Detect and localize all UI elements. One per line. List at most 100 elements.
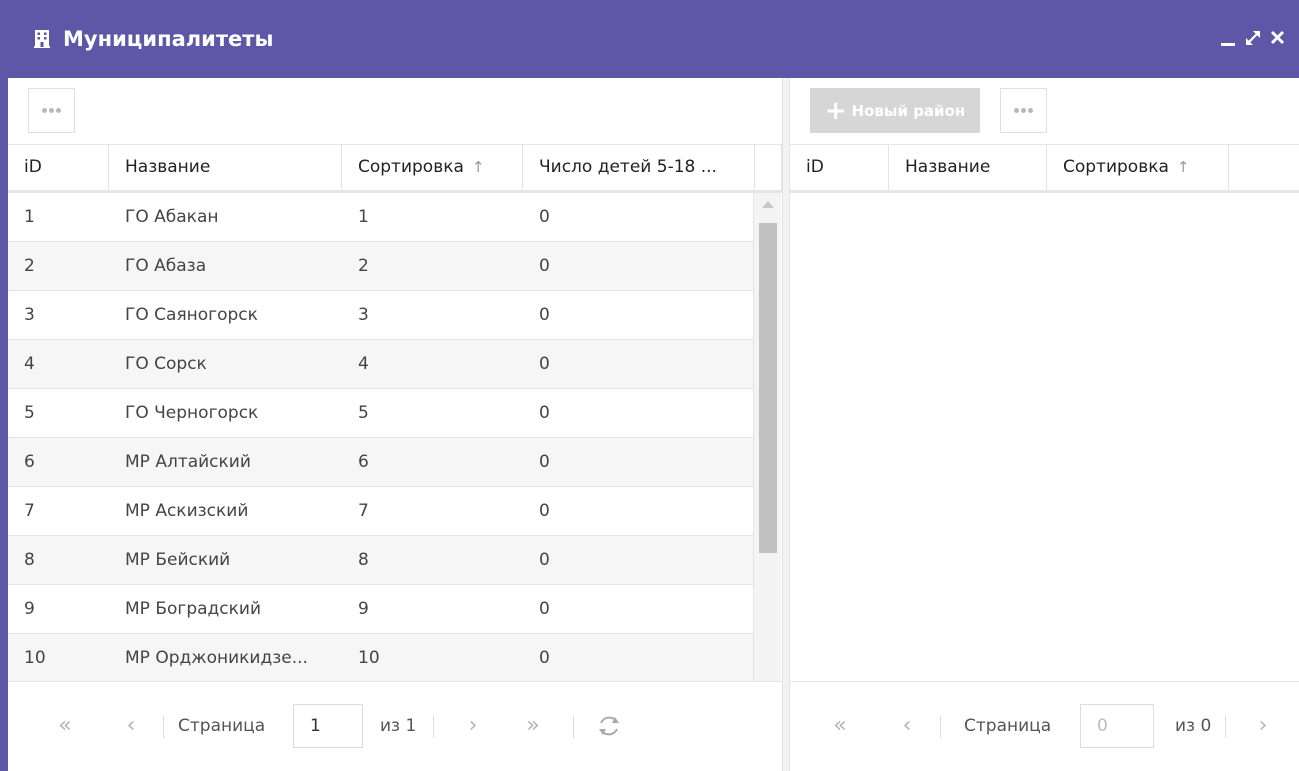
cell-name: МР Бейский	[125, 550, 231, 570]
table-row[interactable]: 2 ГО Абаза 2 0	[8, 242, 753, 291]
table-row[interactable]: 1 ГО Абакан 1 0	[8, 193, 753, 242]
cell-name: МР Алтайский	[125, 452, 251, 472]
cell-name: ГО Сорск	[125, 354, 207, 374]
cell-sort: 5	[358, 403, 369, 423]
cell-children-count: 0	[539, 501, 550, 521]
column-header-children-count[interactable]: Число детей 5-18 ...	[523, 145, 755, 190]
cell-id: 9	[24, 599, 35, 619]
first-page-button[interactable]: «	[50, 706, 80, 746]
dot	[49, 108, 54, 113]
column-header-sort[interactable]: Сортировка ↑	[1047, 145, 1229, 190]
column-header-label: Число детей 5-18 ...	[539, 157, 717, 177]
page-number-input[interactable]: 0	[1080, 704, 1154, 748]
next-page-button[interactable]: ›	[1248, 706, 1278, 746]
cell-children-count: 0	[539, 648, 550, 668]
page-number-input[interactable]: 1	[293, 704, 363, 748]
municipalities-window: Муниципалитеты iD Название Сортировка ↑ Ч…	[0, 0, 1299, 771]
column-header-label: Сортировка	[1063, 157, 1169, 177]
left-grid-body: 1 ГО Абакан 1 0 2 ГО Абаза 2 0 3 ГО Саяногорск 3 0 4…	[8, 193, 753, 762]
column-header-label: Название	[905, 157, 991, 177]
plus-icon: +	[824, 95, 847, 126]
pager-divider	[1225, 716, 1226, 738]
more-actions-button[interactable]	[1000, 88, 1047, 133]
cell-name: ГО Абаза	[125, 256, 207, 276]
left-grid-scrollbar[interactable]	[753, 193, 781, 762]
cell-id: 1	[24, 207, 35, 227]
cell-children-count: 0	[539, 452, 550, 472]
page-count-label: из 0	[1175, 716, 1212, 736]
new-district-button[interactable]: + Новый район	[810, 88, 980, 133]
cell-id: 7	[24, 501, 35, 521]
table-row[interactable]: 7 МР Аскизский 7 0	[8, 487, 753, 536]
pager-divider	[163, 716, 164, 738]
first-page-button[interactable]: «	[825, 706, 855, 746]
cell-sort: 6	[358, 452, 369, 472]
cell-id: 5	[24, 403, 35, 423]
dot	[1028, 108, 1033, 113]
maximize-icon[interactable]	[1242, 27, 1264, 49]
column-header-sort[interactable]: Сортировка ↑	[342, 145, 523, 190]
left-toolbar	[8, 78, 782, 145]
pager-divider	[433, 716, 434, 738]
prev-page-button[interactable]: ‹	[116, 706, 146, 746]
table-row[interactable]: 4 ГО Сорск 4 0	[8, 340, 753, 389]
column-header-name[interactable]: Название	[889, 145, 1047, 190]
scrollbar-thumb[interactable]	[759, 223, 777, 553]
cell-id: 2	[24, 256, 35, 276]
cell-sort: 4	[358, 354, 369, 374]
cell-id: 6	[24, 452, 35, 472]
cell-children-count: 0	[539, 599, 550, 619]
minimize-icon[interactable]	[1218, 27, 1240, 49]
column-header-label: iD	[24, 157, 42, 177]
column-header-label: iD	[806, 157, 824, 177]
cell-sort: 2	[358, 256, 369, 276]
last-page-button[interactable]: »	[518, 706, 548, 746]
table-row[interactable]: 10 МР Орджоникидзе... 10 0	[8, 634, 753, 683]
building-icon	[34, 30, 50, 48]
sort-ascending-icon: ↑	[1176, 158, 1190, 176]
page-label: Страница	[178, 716, 266, 736]
table-row[interactable]: 5 ГО Черногорск 5 0	[8, 389, 753, 438]
cell-name: МР Орджоникидзе...	[125, 648, 308, 668]
column-header-id[interactable]: iD	[790, 145, 889, 190]
column-header-id[interactable]: iD	[8, 145, 109, 190]
close-icon[interactable]	[1267, 27, 1289, 49]
left-grid-header: iD Название Сортировка ↑ Число детей 5-18…	[8, 145, 782, 193]
cell-children-count: 0	[539, 207, 550, 227]
table-row[interactable]: 3 ГО Саяногорск 3 0	[8, 291, 753, 340]
cell-id: 8	[24, 550, 35, 570]
cell-id: 10	[24, 648, 46, 668]
refresh-icon[interactable]	[596, 713, 622, 739]
cell-sort: 8	[358, 550, 369, 570]
more-actions-button[interactable]	[28, 88, 75, 133]
cell-id: 4	[24, 354, 35, 374]
cell-sort: 3	[358, 305, 369, 325]
dot	[42, 108, 47, 113]
dot	[1021, 108, 1026, 113]
districts-panel: + Новый район iD Название Сортировка ↑ « …	[790, 78, 1299, 771]
next-page-button[interactable]: ›	[458, 706, 488, 746]
right-pager: « ‹ Страница 0 из 0 ›	[790, 681, 1299, 771]
cell-children-count: 0	[539, 305, 550, 325]
scroll-up-icon[interactable]	[762, 201, 774, 208]
cell-name: ГО Саяногорск	[125, 305, 258, 325]
new-district-label: Новый район	[851, 101, 966, 120]
prev-page-button[interactable]: ‹	[892, 706, 922, 746]
municipalities-panel: iD Название Сортировка ↑ Число детей 5-18…	[8, 78, 782, 771]
column-header-name[interactable]: Название	[109, 145, 342, 190]
pager-divider	[573, 716, 574, 738]
window-titlebar[interactable]: Муниципалитеты	[8, 0, 1299, 78]
column-header-spacer	[1229, 145, 1299, 190]
cell-id: 3	[24, 305, 35, 325]
table-row[interactable]: 9 МР Боградский 9 0	[8, 585, 753, 634]
cell-sort: 10	[358, 648, 380, 668]
panel-splitter[interactable]	[782, 78, 790, 771]
right-toolbar: + Новый район	[790, 78, 1299, 145]
dot	[56, 108, 61, 113]
cell-children-count: 0	[539, 550, 550, 570]
right-grid-header: iD Название Сортировка ↑	[790, 145, 1299, 193]
table-row[interactable]: 8 МР Бейский 8 0	[8, 536, 753, 585]
cell-children-count: 0	[539, 256, 550, 276]
cell-name: ГО Черногорск	[125, 403, 259, 423]
table-row[interactable]: 6 МР Алтайский 6 0	[8, 438, 753, 487]
